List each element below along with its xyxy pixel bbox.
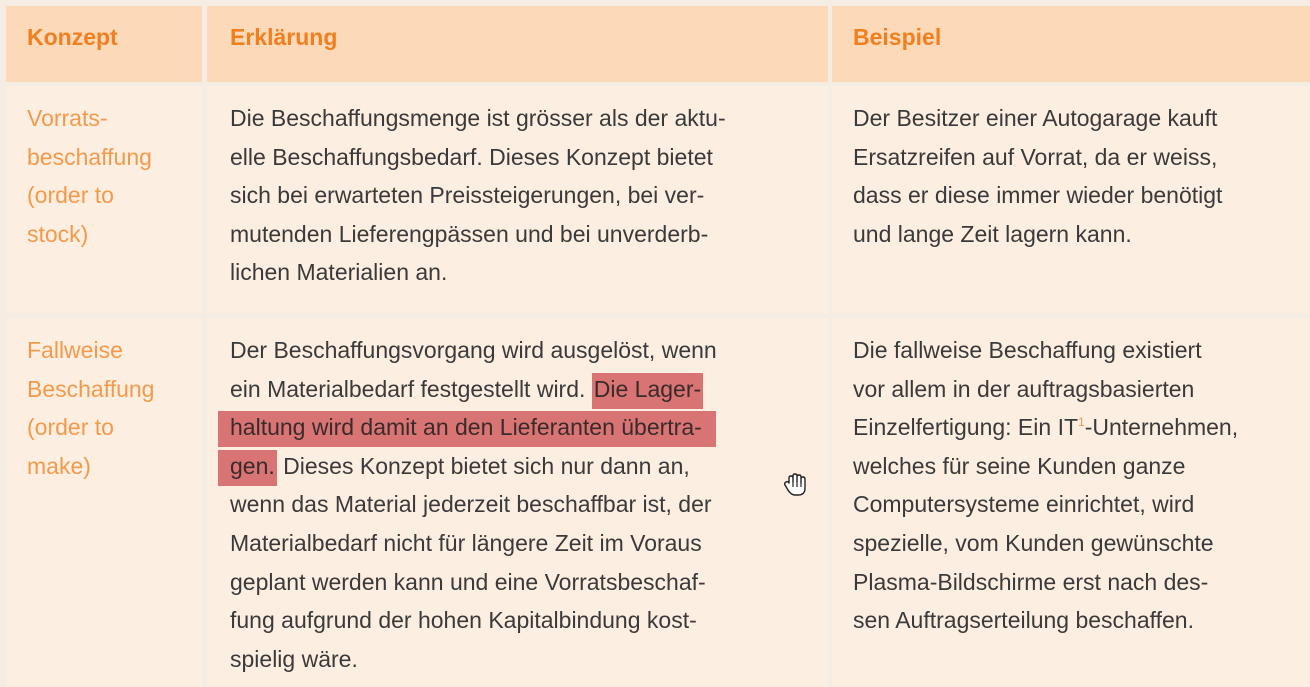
example-line: Computersysteme einrichtet, wird [853, 491, 1195, 518]
concept-line: (order to [27, 182, 114, 209]
explanation-line: spielig wäre. [230, 645, 358, 672]
explanation-line: ein Materialbedarf festgestellt wird. Di… [230, 370, 828, 409]
example-text: -Unternehmen, [1084, 414, 1239, 441]
example-text: Einzelfertigung: Ein IT [853, 414, 1079, 441]
example-line: spezielle, vom Kunden gewünschte [853, 529, 1214, 556]
example-line: Der Besitzer einer Autogarage kauft [853, 105, 1218, 131]
highlighted-text[interactable]: Die Lager- [591, 372, 704, 409]
concept-line: beschaffung [27, 143, 152, 170]
example-line: vor allem in der auftragsbasierten [853, 375, 1195, 402]
explanation-text: Dieses Konzept bietet sich nur dann an, [283, 452, 690, 479]
explanation-line: mutenden Lieferengpässen und bei unverde… [230, 220, 709, 247]
example-line: sen Auftragserteilung beschaffen. [853, 607, 1194, 634]
example-line: Plasma-Bildschirme erst nach des- [853, 568, 1209, 595]
header-cell-example: Beispiel [832, 6, 1310, 82]
example-cell: Der Besitzer einer Autogarage kauft Ersa… [832, 86, 1310, 313]
concept-table: Konzept Erklärung Beispiel Vorrats- besc… [6, 6, 1310, 687]
example-line: Die fallweise Beschaffung existiert [853, 337, 1202, 363]
table-row: Fallweise Beschaffung (order to make) [6, 318, 202, 687]
concept-line: Fallweise [27, 337, 123, 363]
explanation-line: geplant werden kann und eine Vorratsbesc… [230, 568, 706, 595]
explanation-line: elle Beschaffungsbedarf. Dieses Konzept … [230, 143, 713, 170]
table-row: Vorrats- beschaffung (order to stock) [6, 86, 202, 313]
explanation-line: Der Beschaffungsvorgang wird ausgelöst, … [230, 337, 717, 363]
explanation-line: gen. Dieses Konzept bietet sich nur dann… [218, 447, 828, 486]
concept-line: stock) [27, 220, 89, 247]
header-cell-concept: Konzept [6, 6, 202, 82]
example-cell: Die fallweise Beschaffung existiert vor … [832, 318, 1310, 687]
example-line: dass er diese immer wieder benötigt [853, 182, 1223, 209]
example-line: und lange Zeit lagern kann. [853, 220, 1132, 247]
concept-line: Beschaffung [27, 375, 155, 402]
concept-line: make) [27, 452, 91, 479]
example-line: Ersatzreifen auf Vorrat, da er weiss, [853, 143, 1218, 170]
explanation-line: sich bei erwarteten Preissteigerungen, b… [230, 182, 705, 209]
explanation-line: Materialbedarf nicht für längere Zeit im… [230, 529, 702, 556]
footnote-marker[interactable]: 1 [1078, 415, 1085, 429]
concept-line: (order to [27, 414, 114, 441]
header-concept: Konzept [27, 24, 118, 50]
explanation-line: Die Beschaffungsmenge ist grösser als de… [230, 105, 726, 131]
explanation-line: haltung wird damit an den Lieferanten üb… [218, 408, 828, 448]
example-line: Einzelfertigung: Ein IT1-Unternehmen, [853, 408, 1310, 447]
concept-label: Vorrats- beschaffung (order to stock) [27, 99, 202, 253]
header-example: Beispiel [853, 24, 942, 50]
explanation-line: fung aufgrund der hohen Kapitalbindung k… [230, 607, 697, 634]
header-cell-explanation: Erklärung [207, 6, 828, 82]
header-explanation: Erklärung [230, 24, 338, 50]
concept-line: Vorrats- [27, 105, 108, 131]
explanation-text: ein Materialbedarf festgestellt wird. [230, 375, 586, 402]
explanation-cell: Die Beschaffungsmenge ist grösser als de… [207, 86, 828, 313]
explanation-line: wenn das Material jederzeit beschaffbar … [230, 491, 712, 518]
explanation-cell: Der Beschaffungsvorgang wird ausgelöst, … [207, 318, 828, 687]
hand-cursor-icon [783, 473, 806, 496]
concept-label: Fallweise Beschaffung (order to make) [27, 331, 202, 485]
example-line: welches für seine Kunden ganze [853, 452, 1186, 479]
explanation-line: lichen Materialien an. [230, 259, 448, 286]
highlighted-text[interactable]: gen. [218, 449, 277, 486]
highlighted-text[interactable]: haltung wird damit an den Lieferanten üb… [218, 411, 716, 448]
